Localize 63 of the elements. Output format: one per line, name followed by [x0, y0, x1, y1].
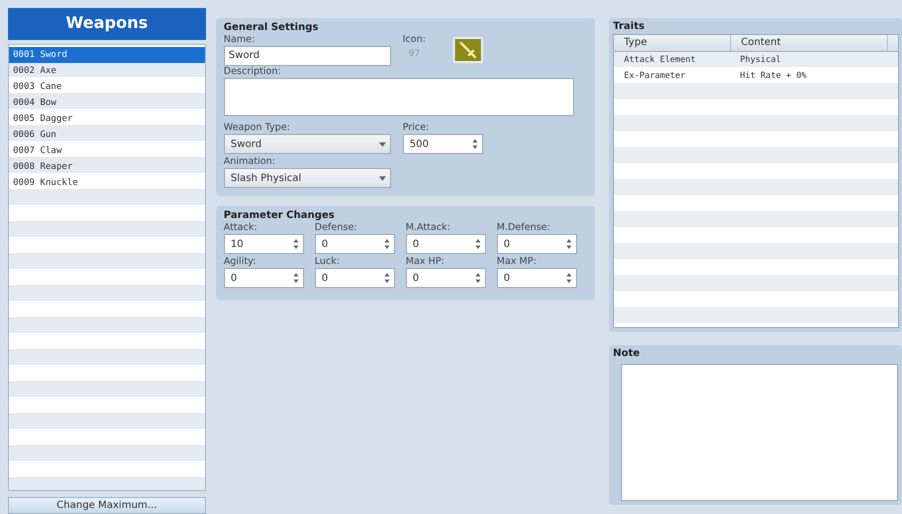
table-cell-text: Physical — [739, 54, 782, 67]
description-field[interactable] — [224, 78, 574, 116]
section-title: Traits — [613, 21, 646, 32]
number-field[interactable]: 500 — [402, 134, 483, 154]
list-item[interactable]: 0009 Knuckle — [9, 175, 205, 191]
number-field[interactable]: 0 — [314, 268, 395, 288]
number-field[interactable]: 10 — [224, 234, 304, 254]
note-field[interactable] — [621, 364, 898, 501]
number-field[interactable]: 0 — [406, 268, 486, 288]
list-item[interactable]: 0008 Reaper — [9, 159, 205, 175]
dropdown[interactable]: Slash Physical — [224, 168, 391, 188]
section-title: Note — [613, 348, 641, 359]
field-label: Max MP: — [496, 256, 538, 268]
number-field[interactable]: 0 — [314, 234, 395, 254]
field-label: Defense: — [314, 222, 358, 234]
section-title: General Settings — [224, 22, 320, 33]
spinner-arrows-icon[interactable] — [566, 272, 572, 284]
field-label: Max HP: — [406, 256, 446, 268]
sword-icon — [458, 40, 478, 60]
field-label: Price: — [402, 122, 430, 134]
dropdown[interactable]: Sword — [224, 134, 391, 154]
icon-index: 97 — [408, 48, 422, 59]
field-label: M.Defense: — [496, 222, 552, 234]
table-cell-text: Ex-Parameter — [623, 70, 686, 83]
field-label: Attack: — [224, 222, 258, 234]
number-field[interactable]: 0 — [496, 268, 577, 288]
field-label: Agility: — [224, 256, 257, 268]
list-item[interactable]: 0006 Gun — [9, 127, 205, 143]
list-item[interactable]: 0003 Cane — [9, 79, 205, 95]
spinner-arrows-icon[interactable] — [384, 238, 390, 250]
column-header[interactable]: Type — [614, 35, 731, 51]
input-field[interactable]: Sword — [224, 46, 391, 66]
list-item[interactable]: 0005 Dagger — [9, 111, 205, 127]
change-maximum-button[interactable]: Change Maximum... — [8, 497, 206, 514]
spinner-arrows-icon[interactable] — [474, 272, 481, 284]
field-label: Weapon Type: — [224, 122, 292, 134]
spinner-arrows-icon[interactable] — [384, 272, 390, 284]
field-label: Luck: — [314, 256, 341, 268]
caret-icon[interactable] — [378, 176, 386, 180]
list-item[interactable]: 0001 Sword — [9, 47, 205, 63]
panel-title: Weapons — [8, 8, 206, 40]
field-label: Name: — [224, 34, 256, 46]
field-label: Animation: — [224, 156, 276, 168]
table-cell-text: Hit Rate + 0% — [739, 70, 808, 83]
spinner-arrows-icon[interactable] — [292, 272, 299, 284]
table-cell-text: Attack Element — [623, 54, 697, 67]
field-label: Description: — [224, 66, 282, 78]
number-field[interactable]: 0 — [224, 268, 304, 288]
icon-picker-button[interactable] — [452, 37, 483, 63]
field-label: Icon: — [402, 34, 427, 46]
number-field[interactable]: 0 — [406, 234, 486, 254]
spinner-arrows-icon[interactable] — [474, 238, 481, 250]
caret-icon[interactable] — [378, 142, 386, 146]
list-item[interactable]: 0002 Axe — [9, 63, 205, 79]
section-title: Parameter Changes — [224, 210, 336, 221]
number-field[interactable]: 0 — [496, 234, 577, 254]
spinner-arrows-icon[interactable] — [566, 238, 572, 250]
spinner-arrows-icon[interactable] — [292, 238, 299, 250]
column-header[interactable]: Content — [731, 35, 888, 51]
list-item[interactable]: 0004 Bow — [9, 95, 205, 111]
list-item[interactable]: 0007 Claw — [9, 143, 205, 159]
spinner-arrows-icon[interactable] — [472, 138, 478, 150]
field-label: M.Attack: — [406, 222, 452, 234]
